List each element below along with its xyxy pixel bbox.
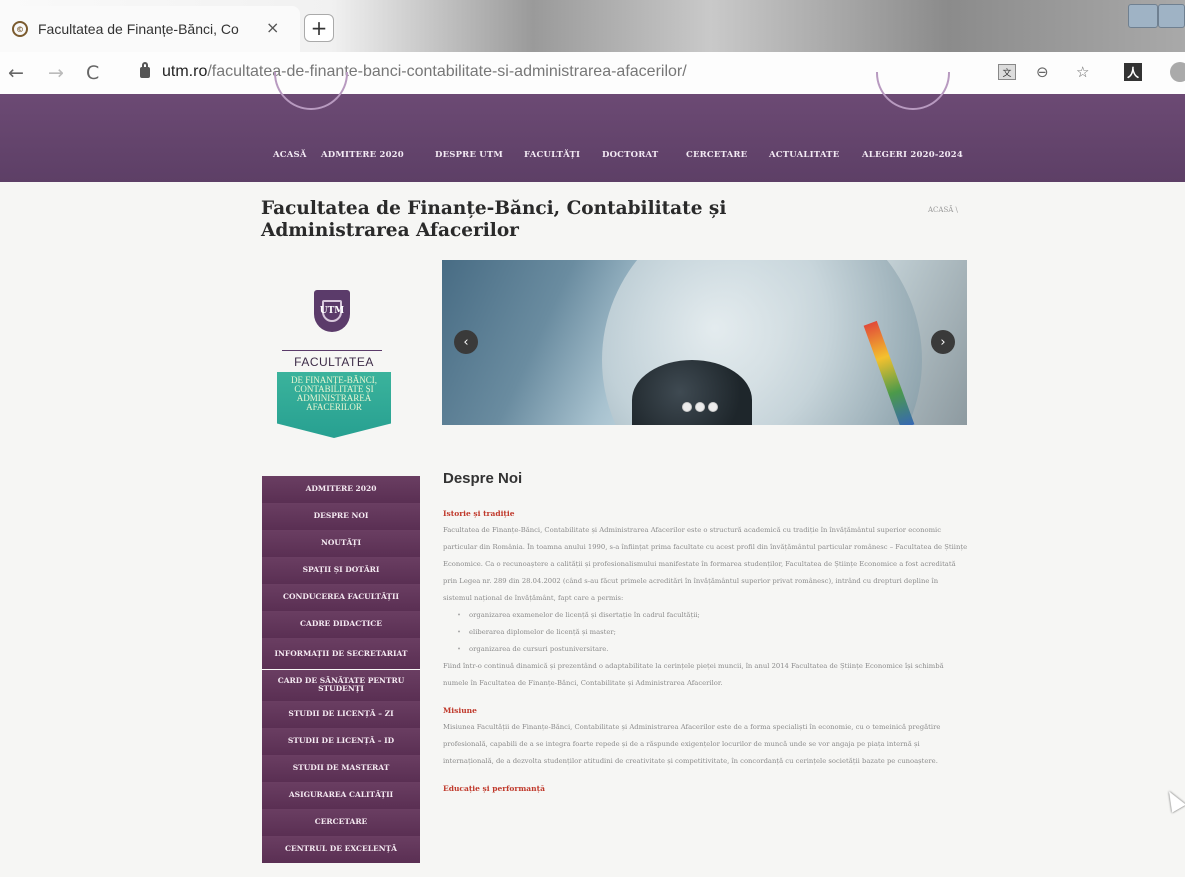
- section-educatie: Educație și performanță: [443, 784, 968, 793]
- section-istorie: Istorie și tradiție Facultatea de Finanț…: [443, 509, 968, 692]
- header-emblem-right: [876, 72, 950, 110]
- sidebar-item-card-sanatate[interactable]: CARD DE SĂNĂTATE PENTRU STUDENȚI: [262, 669, 420, 701]
- section-paragraph: Misiunea Facultății de Finanțe-Bănci, Co…: [443, 723, 941, 765]
- mouse-cursor: [1162, 787, 1185, 813]
- logo-monogram: UTM: [320, 300, 344, 322]
- favicon-icon: ©: [12, 21, 28, 37]
- sidebar-item-licenta-zi[interactable]: STUDII DE LICENȚĂ – ZI: [262, 701, 420, 728]
- main-navigation: ACASĂ ADMITERE 2020 DESPRE UTM FACULTĂȚI…: [0, 150, 1185, 170]
- logo-badge-text: DE FINANȚE-BĂNCI, CONTABILITATE ȘI ADMIN…: [291, 375, 377, 412]
- sidebar-menu: ADMITERE 2020 DESPRE NOI NOUTĂȚI SPAȚII …: [262, 476, 420, 863]
- url-field[interactable]: utm.ro/facultatea-de-finante-banci-conta…: [162, 63, 687, 81]
- site-header: ACASĂ ADMITERE 2020 DESPRE UTM FACULTĂȚI…: [0, 72, 1185, 182]
- header-emblem-left: [274, 72, 348, 110]
- slider-dots: [682, 402, 718, 412]
- list-item: organizarea examenelor de licență și dis…: [457, 607, 968, 624]
- sidebar-item-calitate[interactable]: ASIGURAREA CALITĂȚII: [262, 782, 420, 809]
- url-domain: utm.ro: [162, 63, 208, 80]
- pdf-extension-icon[interactable]: 人: [1124, 63, 1142, 81]
- nav-item-acasa[interactable]: ACASĂ: [273, 150, 307, 160]
- browser-tab-bar: © Facultatea de Finanțe-Bănci, Co × +: [0, 0, 1185, 52]
- sidebar-item-admitere[interactable]: ADMITERE 2020: [262, 476, 420, 503]
- sidebar-item-spatii-dotari[interactable]: SPAȚII ȘI DOTĂRI: [262, 557, 420, 584]
- sidebar-item-despre-noi[interactable]: DESPRE NOI: [262, 503, 420, 530]
- list-item: organizarea de cursuri postuniversitare.: [457, 641, 968, 658]
- minimize-window-button[interactable]: [1128, 4, 1158, 28]
- sidebar-item-masterat[interactable]: STUDII DE MASTERAT: [262, 755, 420, 782]
- page-title: Facultatea de Finanțe-Bănci, Contabilita…: [261, 198, 727, 241]
- slider-dot[interactable]: [695, 402, 705, 412]
- nav-item-admitere[interactable]: ADMITERE 2020: [321, 150, 404, 160]
- nav-item-actualitate[interactable]: ACTUALITATE: [769, 150, 839, 160]
- section-title: Istorie și tradiție: [443, 509, 515, 518]
- utm-shield-icon: UTM: [314, 290, 350, 332]
- main-content: Despre Noi Istorie și tradiție Facultate…: [443, 470, 968, 807]
- list-item: eliberarea diplomelor de licență și mast…: [457, 624, 968, 641]
- content-heading: Despre Noi: [443, 470, 523, 487]
- image-slider[interactable]: ‹ ›: [442, 260, 967, 425]
- faculty-logo: UTM FACULTATEA DE FINANȚE-BĂNCI, CONTABI…: [262, 268, 406, 458]
- section-paragraph: Fiind într-o continuă dinamică și prezen…: [443, 662, 944, 687]
- bookmark-star-icon[interactable]: ☆: [1076, 63, 1089, 81]
- logo-divider: [282, 350, 382, 351]
- sidebar-item-cadre-didactice[interactable]: CADRE DIDACTICE: [262, 611, 420, 638]
- tab-title: Facultatea de Finanțe-Bănci, Co: [38, 21, 239, 37]
- logo-badge: DE FINANȚE-BĂNCI, CONTABILITATE ȘI ADMIN…: [277, 372, 391, 438]
- maximize-window-button[interactable]: [1158, 4, 1185, 28]
- sidebar-item-conducerea[interactable]: CONDUCEREA FACULTĂȚII: [262, 584, 420, 611]
- slider-dot[interactable]: [708, 402, 718, 412]
- nav-item-facultati[interactable]: FACULTĂȚI: [524, 150, 580, 160]
- slider-next-button[interactable]: ›: [931, 330, 955, 354]
- nav-item-despre-utm[interactable]: DESPRE UTM: [435, 150, 503, 160]
- logo-word: FACULTATEA: [294, 355, 374, 369]
- sidebar-item-noutati[interactable]: NOUTĂȚI: [262, 530, 420, 557]
- back-arrow-icon[interactable]: ←: [8, 62, 24, 84]
- nav-item-cercetare[interactable]: CERCETARE: [686, 150, 747, 160]
- close-tab-icon[interactable]: ×: [266, 18, 279, 37]
- new-tab-button[interactable]: +: [304, 14, 334, 42]
- sidebar-item-cercetare[interactable]: CERCETARE: [262, 809, 420, 836]
- reload-icon[interactable]: C: [86, 62, 99, 84]
- bullet-list: organizarea examenelor de licență și dis…: [457, 607, 968, 658]
- breadcrumb[interactable]: ACASĂ \: [928, 206, 958, 214]
- section-paragraph: Facultatea de Finanțe-Bănci, Contabilita…: [443, 526, 968, 602]
- lock-icon[interactable]: [140, 62, 150, 78]
- nav-item-doctorat[interactable]: DOCTORAT: [602, 150, 658, 160]
- sidebar-item-licenta-id[interactable]: STUDII DE LICENȚĂ – ID: [262, 728, 420, 755]
- slider-prev-button[interactable]: ‹: [454, 330, 478, 354]
- sidebar-item-secretariat[interactable]: INFORMAȚII DE SECRETARIAT: [262, 638, 420, 669]
- browser-tab[interactable]: © Facultatea de Finanțe-Bănci, Co ×: [0, 6, 300, 52]
- zoom-icon[interactable]: ⊖: [1036, 63, 1049, 81]
- sidebar-item-excelenta[interactable]: CENTRUL DE EXCELENȚĂ: [262, 836, 420, 863]
- profile-avatar[interactable]: [1170, 62, 1185, 82]
- section-title: Educație și performanță: [443, 784, 545, 793]
- section-title: Misiune: [443, 706, 477, 715]
- section-misiune: Misiune Misiunea Facultății de Finanțe-B…: [443, 706, 968, 770]
- address-bar: ← → C utm.ro/facultatea-de-finante-banci…: [0, 52, 1185, 94]
- translate-icon[interactable]: 文: [998, 64, 1016, 80]
- slider-dot[interactable]: [682, 402, 692, 412]
- forward-arrow-icon[interactable]: →: [48, 62, 64, 84]
- nav-item-alegeri[interactable]: ALEGERI 2020-2024: [862, 150, 963, 160]
